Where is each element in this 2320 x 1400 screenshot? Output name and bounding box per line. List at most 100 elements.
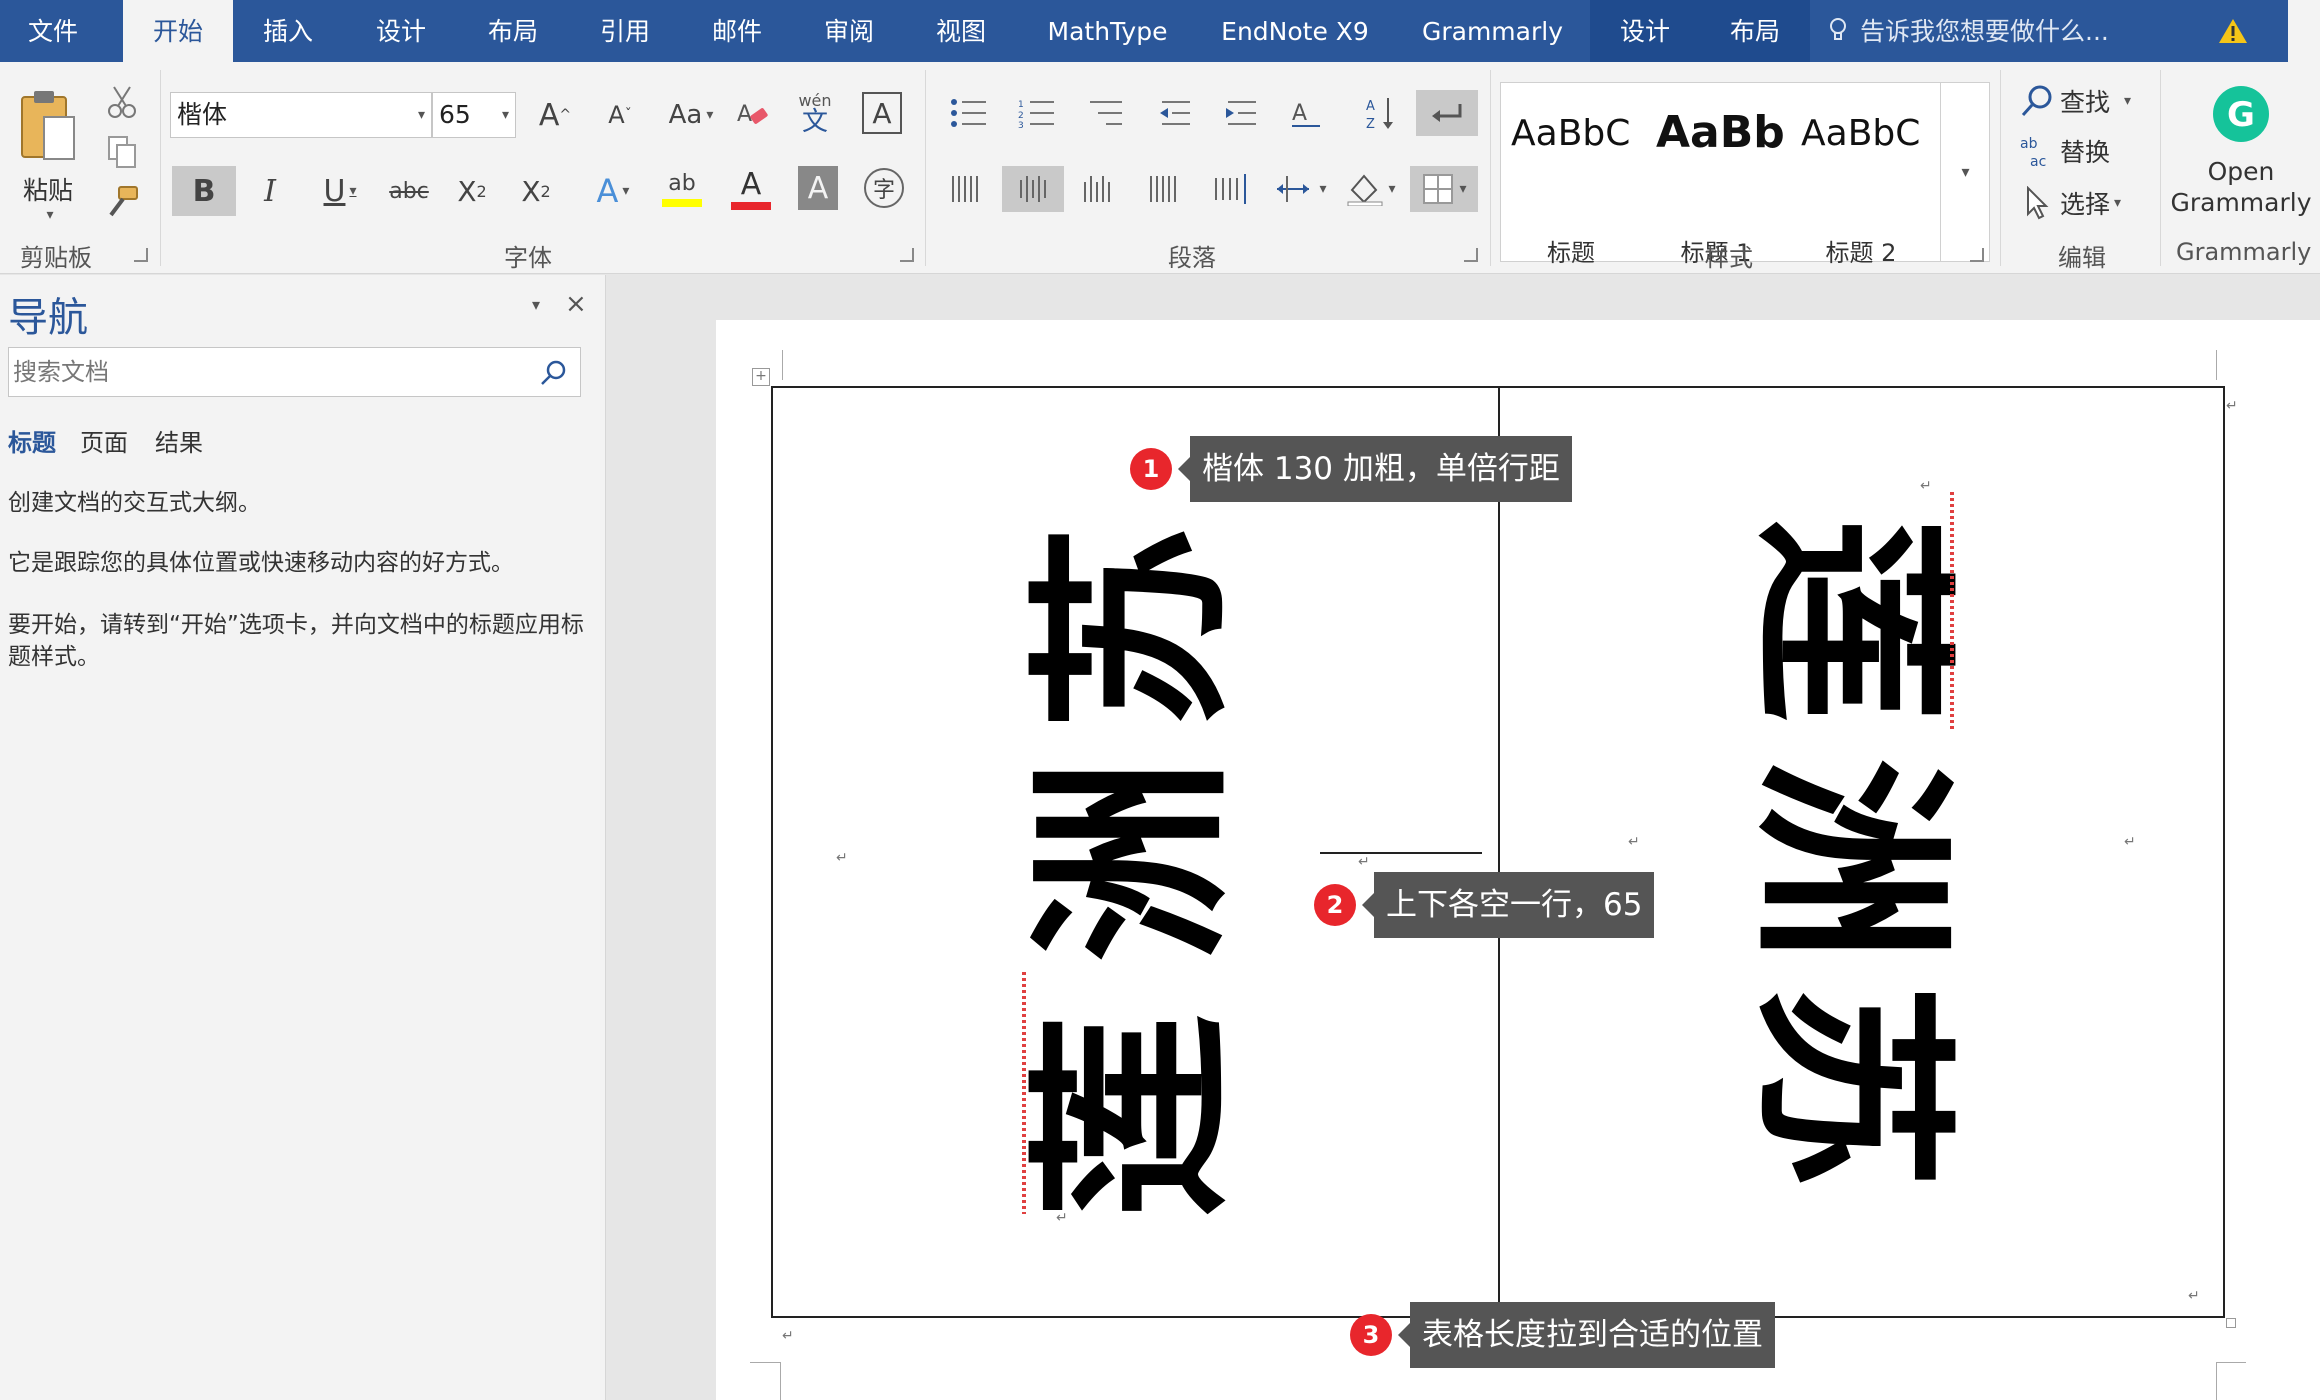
find-button[interactable]: 查找 ▾ xyxy=(2020,78,2150,124)
crop-mark xyxy=(2216,350,2217,380)
chevron-down-icon[interactable]: ▾ xyxy=(502,93,509,137)
subscript-button[interactable]: X2 xyxy=(448,166,496,216)
grow-font-button[interactable]: A ^ xyxy=(530,92,580,138)
style-heading-2-preview: AaBbC xyxy=(1801,113,1921,154)
document-char[interactable]: 莲 xyxy=(1730,500,1970,740)
sort-button[interactable]: AZ xyxy=(1356,90,1406,136)
nav-tab-headings[interactable]: 标题 xyxy=(8,423,56,458)
open-grammarly-button[interactable]: G Open Grammarly xyxy=(2168,76,2314,226)
text-effects-button[interactable]: A ▾ xyxy=(584,166,642,216)
styles-more-button[interactable]: ▾ xyxy=(1940,82,1990,262)
document-char[interactable]: 洲 xyxy=(1730,740,1970,980)
document-char[interactable]: 洲 xyxy=(1014,740,1254,980)
document-char[interactable]: 苏 xyxy=(1730,966,1970,1206)
callout-badge-3: 3 xyxy=(1350,1314,1392,1356)
superscript-button[interactable]: X2 xyxy=(512,166,560,216)
shrink-font-button[interactable]: Aˇ xyxy=(595,92,645,138)
font-launcher-icon[interactable] xyxy=(900,248,914,262)
warning-icon[interactable] xyxy=(2218,18,2248,44)
distributed-button[interactable] xyxy=(1204,166,1258,212)
tab-table-layout[interactable]: 布局 xyxy=(1700,0,1810,62)
replace-button[interactable]: ab ac 替换 xyxy=(2020,128,2150,174)
decrease-indent-button[interactable] xyxy=(1150,90,1202,136)
tab-endnote[interactable]: EndNote X9 xyxy=(1210,0,1380,62)
increase-indent-button[interactable] xyxy=(1216,90,1268,136)
styles-launcher-icon[interactable] xyxy=(1970,248,1984,262)
paragraph-launcher-icon[interactable] xyxy=(1464,248,1478,262)
highlight-swatch xyxy=(662,199,702,207)
underline-button[interactable]: U ▾ xyxy=(308,166,372,216)
bold-icon: B xyxy=(192,173,216,209)
cut-button[interactable] xyxy=(100,82,144,122)
italic-button[interactable]: I xyxy=(248,166,292,216)
character-border-button[interactable]: A xyxy=(862,92,902,134)
bold-button[interactable]: B xyxy=(172,166,236,216)
highlight-button[interactable]: ab xyxy=(650,162,714,218)
chevron-down-icon[interactable]: ▾ xyxy=(532,295,540,314)
editing-group-label: 编辑 xyxy=(2058,244,2106,272)
select-button[interactable]: 选择 ▾ xyxy=(2020,180,2150,226)
borders-button[interactable]: ▾ xyxy=(1410,166,1478,212)
style-heading-1[interactable]: AaBb 标题 1 xyxy=(1646,83,1786,267)
crop-mark xyxy=(2216,1362,2217,1400)
table-column-divider[interactable] xyxy=(1498,386,1500,1318)
line-spacing-button[interactable]: ▾ xyxy=(1270,166,1332,212)
svg-text:A: A xyxy=(1292,101,1307,126)
clipboard-launcher-icon[interactable] xyxy=(134,248,148,262)
nav-tab-results[interactable]: 结果 xyxy=(155,423,203,458)
group-separator xyxy=(925,70,926,266)
font-size-combo[interactable]: 65 ▾ xyxy=(432,92,516,138)
search-input[interactable]: 搜索文档 xyxy=(8,347,581,397)
font-color-button[interactable]: A xyxy=(722,162,780,218)
chevron-down-icon[interactable]: ▾ xyxy=(418,93,425,137)
clear-formatting-button[interactable]: A xyxy=(730,92,776,138)
tab-table-design[interactable]: 设计 xyxy=(1590,0,1700,62)
justify-button[interactable] xyxy=(1140,166,1190,212)
tab-grammarly[interactable]: Grammarly xyxy=(1410,0,1575,62)
tab-mathtype[interactable]: MathType xyxy=(1030,0,1185,62)
tab-home[interactable]: 开始 xyxy=(123,0,233,62)
search-icon[interactable] xyxy=(538,358,570,388)
document-char[interactable]: 苏 xyxy=(1014,508,1254,748)
tab-mailings[interactable]: 邮件 xyxy=(692,0,782,62)
superscript-mark: 2 xyxy=(540,181,551,201)
close-icon[interactable]: × xyxy=(565,289,587,319)
character-shading-button[interactable]: A xyxy=(798,166,838,210)
align-center-button[interactable] xyxy=(1002,166,1064,212)
document-char[interactable]: 莲 xyxy=(1014,996,1254,1236)
font-name-combo[interactable]: 楷体 ▾ xyxy=(170,92,432,138)
phonetic-guide-button[interactable]: wén 文 xyxy=(790,86,840,142)
change-case-button[interactable]: Aa ▾ xyxy=(660,92,722,138)
paste-button[interactable]: 粘贴 ▾ xyxy=(8,80,88,230)
show-formatting-marks-button[interactable] xyxy=(1416,90,1478,136)
nav-tab-pages[interactable]: 页面 xyxy=(80,423,128,458)
style-heading-2[interactable]: AaBbC 标题 2 xyxy=(1791,83,1931,267)
tab-design[interactable]: 设计 xyxy=(356,0,446,62)
chevron-down-icon: ▾ xyxy=(46,207,54,223)
strikethrough-button[interactable]: abc xyxy=(382,166,436,216)
subscript-mark: 2 xyxy=(476,181,487,201)
tab-layout[interactable]: 布局 xyxy=(468,0,558,62)
tell-me-box[interactable]: 告诉我您想要做什么... xyxy=(1860,0,2109,62)
numbering-button[interactable]: 123 xyxy=(1010,90,1068,136)
tab-insert[interactable]: 插入 xyxy=(243,0,333,62)
tab-view[interactable]: 视图 xyxy=(916,0,1006,62)
chinese-layout-button[interactable]: A xyxy=(1282,90,1340,136)
multilevel-list-button[interactable] xyxy=(1078,90,1136,136)
align-right-button[interactable] xyxy=(1074,166,1124,212)
table-move-handle-icon[interactable]: + xyxy=(752,368,770,386)
select-label: 选择 xyxy=(2060,190,2111,219)
style-title[interactable]: AaBbC 标题 xyxy=(1501,83,1641,267)
copy-button[interactable] xyxy=(100,132,144,172)
table-resize-handle[interactable] xyxy=(2226,1318,2236,1328)
crop-mark xyxy=(782,350,783,380)
align-left-button[interactable] xyxy=(942,166,992,212)
tab-file[interactable]: 文件 xyxy=(0,0,106,62)
tab-references[interactable]: 引用 xyxy=(580,0,670,62)
bullets-button[interactable] xyxy=(942,90,1000,136)
shading-button[interactable]: ▾ xyxy=(1340,166,1402,212)
format-painter-button[interactable] xyxy=(100,182,144,222)
callout-1: 楷体 130 加粗，单倍行距 xyxy=(1178,436,1572,502)
enclose-characters-button[interactable]: 字 xyxy=(864,168,904,208)
tab-review[interactable]: 审阅 xyxy=(804,0,894,62)
